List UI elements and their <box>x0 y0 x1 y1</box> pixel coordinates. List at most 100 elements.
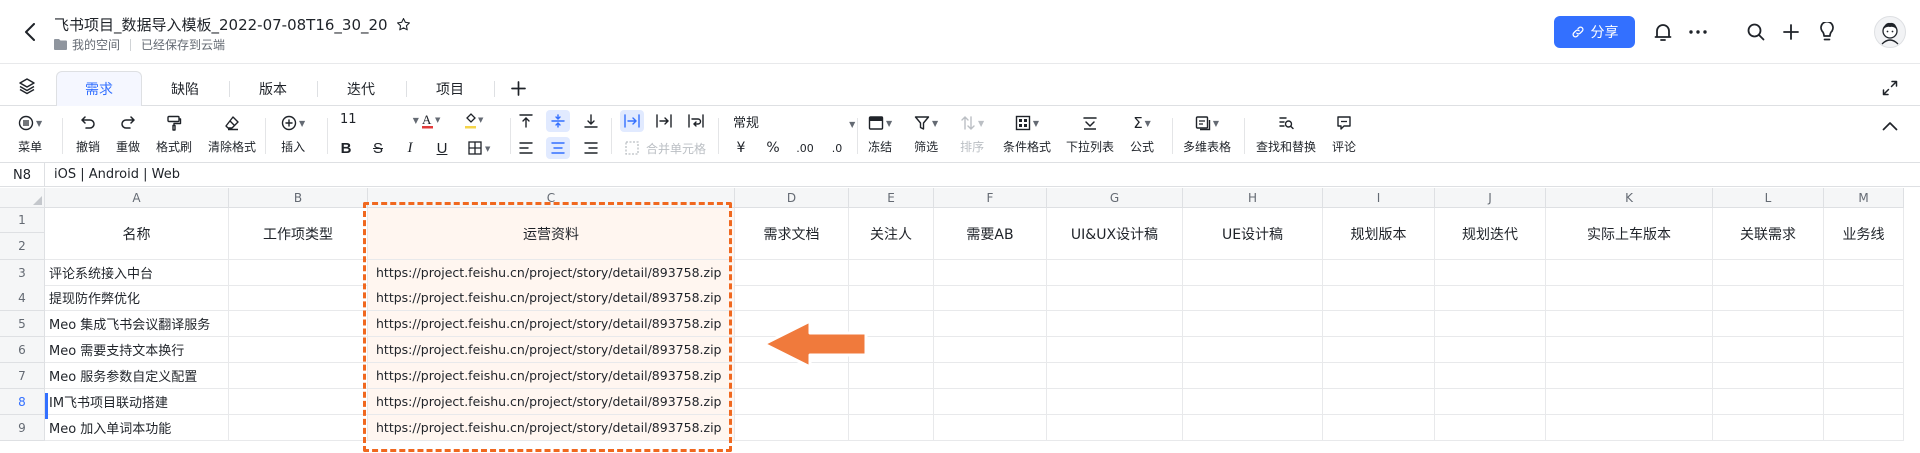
table-cell[interactable] <box>1323 415 1435 441</box>
table-cell[interactable] <box>1183 285 1323 311</box>
link-cell[interactable]: https://project.feishu.cn/project/story/… <box>368 363 735 389</box>
table-cell[interactable] <box>1183 260 1323 286</box>
increase-decimal-icon[interactable]: .0 <box>825 137 849 159</box>
table-cell[interactable] <box>1546 260 1713 286</box>
header-cell[interactable]: 规划迭代 <box>1435 208 1546 260</box>
table-cell[interactable] <box>849 285 934 311</box>
table-cell[interactable] <box>1435 260 1546 286</box>
header-cell[interactable]: 关联需求 <box>1713 208 1824 260</box>
table-cell[interactable] <box>1435 285 1546 311</box>
tab-requirements[interactable]: 需求 <box>56 71 142 106</box>
column-header-h[interactable]: H <box>1183 188 1323 208</box>
table-cell[interactable] <box>1713 363 1824 389</box>
tab-projects[interactable]: 项目 <box>407 71 493 106</box>
select-all-corner[interactable] <box>0 188 45 208</box>
align-left-icon[interactable] <box>514 137 538 159</box>
filter-button[interactable]: ▼ 筛选 <box>914 112 938 155</box>
spreadsheet-grid[interactable]: A B C D E F G H I J K L M 1 2 3 4 5 6 7 8 9 名称 工作项类型 运营资料 需求文档 关注人… <box>0 188 1920 453</box>
avatar[interactable] <box>1874 16 1906 48</box>
table-cell[interactable] <box>1824 363 1904 389</box>
header-cell[interactable]: 运营资料 <box>368 208 735 260</box>
add-sheet-icon[interactable] <box>506 76 530 100</box>
name-cell[interactable]: IM飞书项目联动搭建 <box>45 389 229 415</box>
column-header-d[interactable]: D <box>735 188 849 208</box>
header-cell[interactable]: 需求文档 <box>735 208 849 260</box>
header-cell[interactable]: 业务线 <box>1824 208 1904 260</box>
share-button[interactable]: 分享 <box>1554 16 1635 48</box>
bold-icon[interactable]: B <box>334 137 358 159</box>
clear-format-button[interactable]: 清除格式 <box>208 112 256 155</box>
table-cell[interactable] <box>229 285 368 311</box>
table-cell[interactable] <box>1047 337 1183 363</box>
row-header[interactable]: 7 <box>0 363 45 389</box>
name-cell[interactable]: Meo 服务参数自定义配置 <box>45 363 229 389</box>
table-cell[interactable] <box>1323 311 1435 337</box>
formula-input[interactable]: iOS | Android | Web <box>54 167 180 182</box>
table-cell[interactable] <box>1435 311 1546 337</box>
table-cell[interactable] <box>1323 363 1435 389</box>
table-cell[interactable] <box>1323 389 1435 415</box>
table-cell[interactable] <box>229 415 368 441</box>
doc-title[interactable]: 飞书项目_数据导入模板_2022-07-08T16_30_20 <box>54 14 388 35</box>
table-cell[interactable] <box>934 311 1047 337</box>
align-bottom-icon[interactable] <box>579 110 603 132</box>
table-cell[interactable] <box>1713 285 1824 311</box>
star-icon[interactable] <box>396 17 411 32</box>
table-cell[interactable] <box>229 363 368 389</box>
link-cell[interactable]: https://project.feishu.cn/project/story/… <box>368 285 735 311</box>
row-header[interactable]: 6 <box>0 337 45 363</box>
column-header-j[interactable]: J <box>1435 188 1546 208</box>
tab-versions[interactable]: 版本 <box>230 71 316 106</box>
table-cell[interactable] <box>1824 311 1904 337</box>
table-cell[interactable] <box>1435 337 1546 363</box>
table-cell[interactable] <box>934 285 1047 311</box>
table-cell[interactable] <box>735 389 849 415</box>
wrap-clip-icon[interactable] <box>652 110 676 132</box>
table-cell[interactable] <box>1435 363 1546 389</box>
table-cell[interactable] <box>849 415 934 441</box>
undo-button[interactable]: 撤销 <box>76 112 100 155</box>
link-cell[interactable]: https://project.feishu.cn/project/story/… <box>368 415 735 441</box>
table-cell[interactable] <box>1824 260 1904 286</box>
table-cell[interactable] <box>934 260 1047 286</box>
header-cell[interactable]: 实际上车版本 <box>1546 208 1713 260</box>
table-cell[interactable] <box>1824 415 1904 441</box>
row-header[interactable]: 9 <box>0 415 45 441</box>
strikethrough-icon[interactable]: S <box>366 137 390 159</box>
table-cell[interactable] <box>1323 337 1435 363</box>
table-cell[interactable] <box>1183 363 1323 389</box>
link-cell[interactable]: https://project.feishu.cn/project/story/… <box>368 260 735 286</box>
column-header-f[interactable]: F <box>934 188 1047 208</box>
fullscreen-icon[interactable] <box>1880 78 1900 98</box>
link-cell[interactable]: https://project.feishu.cn/project/story/… <box>368 311 735 337</box>
table-cell[interactable] <box>1183 311 1323 337</box>
insert-button[interactable]: ▼ 插入 <box>281 112 305 155</box>
comment-button[interactable]: 评论 <box>1332 112 1356 155</box>
wrap-text-icon[interactable] <box>684 110 708 132</box>
layers-icon[interactable] <box>16 75 38 97</box>
format-painter-button[interactable]: 格式刷 <box>156 112 192 155</box>
border-icon[interactable]: ▼ <box>465 137 497 159</box>
font-color-icon[interactable]: A ▼ <box>420 110 444 132</box>
table-cell[interactable] <box>1713 311 1824 337</box>
row-header[interactable]: 4 <box>0 285 45 311</box>
table-cell[interactable] <box>1824 337 1904 363</box>
row-header[interactable]: 8 <box>0 389 45 415</box>
back-icon[interactable] <box>18 20 42 44</box>
menu-button[interactable]: ▼ 菜单 <box>18 112 42 155</box>
table-cell[interactable] <box>1546 337 1713 363</box>
column-header-m[interactable]: M <box>1824 188 1904 208</box>
multi-table-button[interactable]: ▼ 多维表格 <box>1183 112 1231 155</box>
tab-bugs[interactable]: 缺陷 <box>142 71 228 106</box>
table-cell[interactable] <box>1713 260 1824 286</box>
header-cell[interactable]: 需要AB <box>934 208 1047 260</box>
redo-button[interactable]: 重做 <box>116 112 140 155</box>
name-cell[interactable]: 评论系统接入中台 <box>45 260 229 286</box>
tab-iterations[interactable]: 迭代 <box>318 71 404 106</box>
header-cell[interactable]: 名称 <box>45 208 229 260</box>
dropdown-list-button[interactable]: 下拉列表 <box>1066 112 1114 155</box>
search-icon[interactable] <box>1744 20 1768 44</box>
collapse-toolbar-icon[interactable] <box>1880 116 1900 136</box>
table-cell[interactable] <box>934 363 1047 389</box>
link-cell[interactable]: https://project.feishu.cn/project/story/… <box>368 337 735 363</box>
